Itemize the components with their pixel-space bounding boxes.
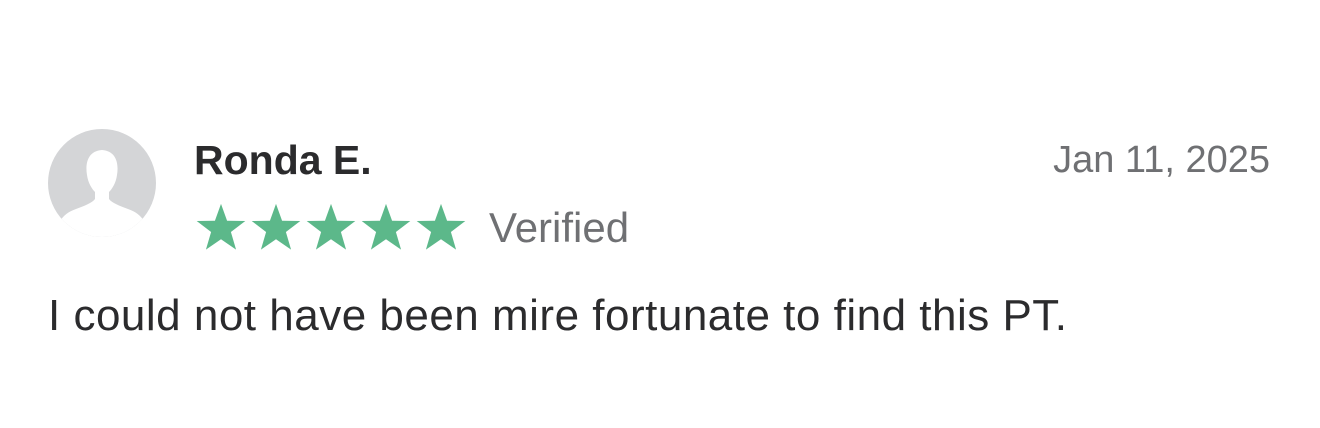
reviewer-avatar	[48, 129, 156, 237]
review-date: Jan 11, 2025	[1053, 139, 1270, 181]
star-rating	[194, 202, 469, 254]
star-icon	[196, 203, 246, 250]
star-icon	[361, 203, 411, 250]
review-text: I could not have been mire fortunate to …	[48, 291, 1068, 340]
star-icon	[416, 203, 466, 250]
verified-label: Verified	[489, 204, 630, 251]
rating-row: Verified	[194, 200, 629, 256]
default-user-silhouette-icon	[60, 150, 144, 237]
star-icon	[251, 203, 301, 250]
review-card: Ronda E. Jan 11, 2025 Verified I could n…	[0, 0, 1320, 428]
star-icon	[306, 203, 356, 250]
reviewer-name: Ronda E.	[194, 137, 372, 183]
